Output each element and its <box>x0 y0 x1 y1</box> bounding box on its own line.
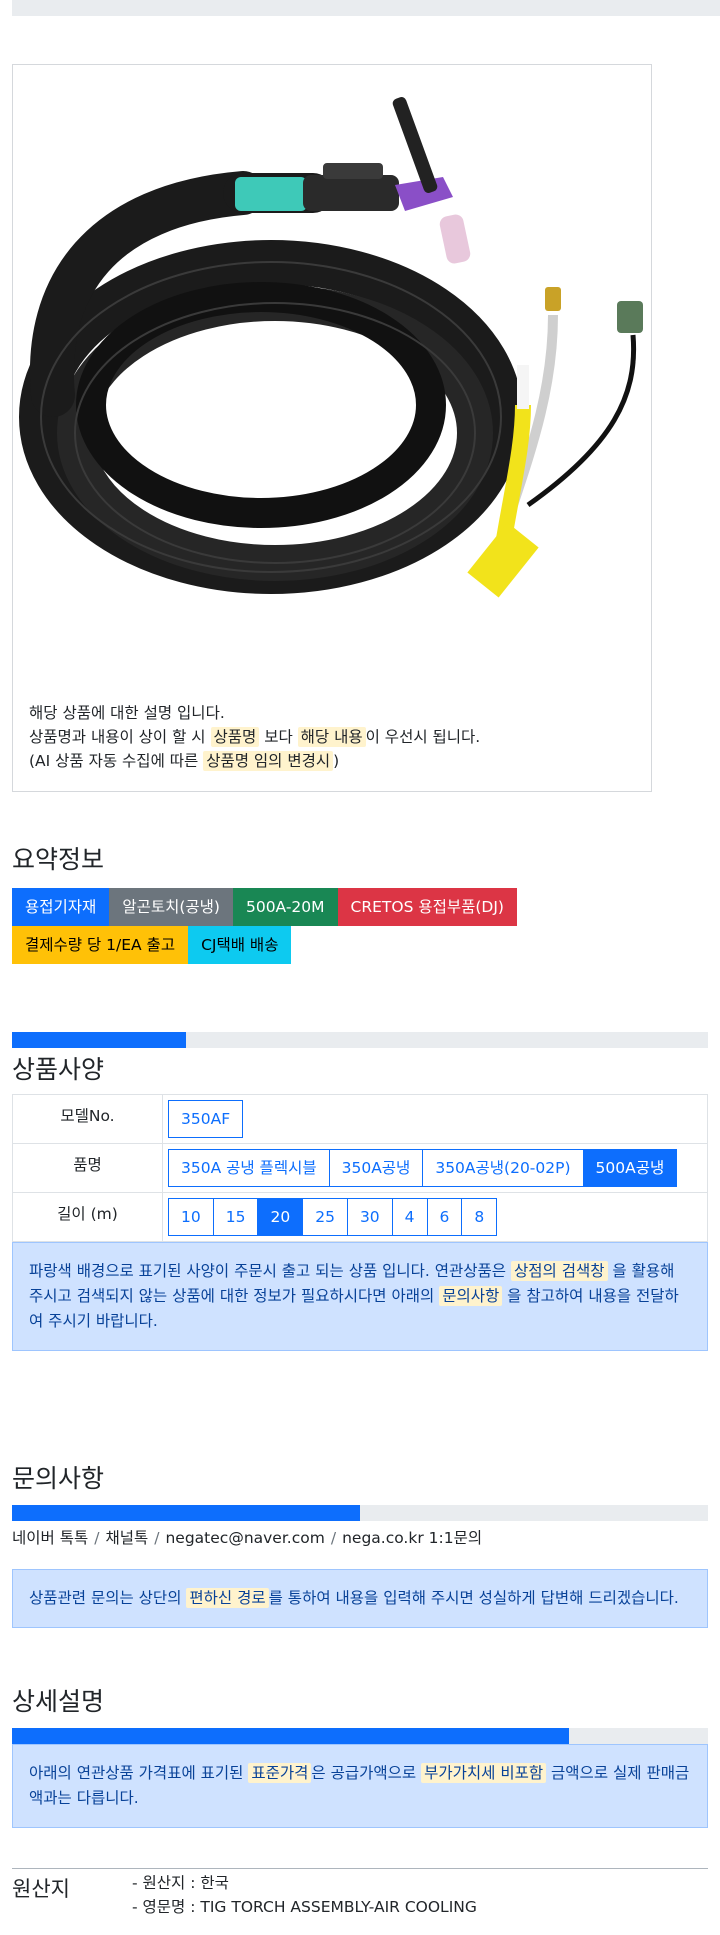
badge-shipping: CJ택배 배송 <box>188 926 292 964</box>
spec-label: 모델No. <box>12 1094 163 1144</box>
inquiry-note: 상품관련 문의는 상단의 편하신 경로 를 통하여 내용을 입력해 주시면 성실하… <box>12 1569 708 1628</box>
note-text: 상품관련 문의는 상단의 <box>29 1589 187 1607</box>
detail-title: 상세설명 <box>12 1687 105 1716</box>
notice-highlight: 상품명 임의 변경시 <box>203 751 334 771</box>
badge-quantity: 결제수량 당 1/EA 출고 <box>12 926 189 964</box>
note-text: 아래의 연관상품 가격표에 표기된 <box>29 1764 249 1782</box>
spec-label: 품명 <box>12 1143 163 1193</box>
origin-list: - 원산지 : 한국 - 영문명 : TIG TORCH ASSEMBLY-AI… <box>132 1869 477 1919</box>
length-option-button[interactable]: 4 <box>391 1198 428 1236</box>
note-highlight: 상점의 검색창 <box>511 1261 608 1281</box>
length-options: 10 15 20 25 30 4 6 8 <box>168 1198 702 1236</box>
spec-row-name: 품명 350A 공냉 플렉시블 350A공냉 350A공냉(20-02P) 500A공… <box>12 1143 708 1193</box>
detail-progress-fill <box>12 1728 569 1744</box>
page: 해당 상품에 대한 설명 입니다. 상품명과 내용이 상이 할 시 상품명 보다… <box>0 0 720 1935</box>
badge-category: 용접기자재 <box>12 888 110 926</box>
note-text: 를 통하여 내용을 입력해 주시면 성실하게 답변해 드리겠습니다. <box>268 1589 679 1607</box>
name-option-button[interactable]: 350A공냉 <box>328 1149 424 1187</box>
notice-highlight: 해당 내용 <box>297 727 366 747</box>
top-bar <box>12 0 720 16</box>
badge-brand: CRETOS 용접부품(DJ) <box>337 888 517 926</box>
separator: / <box>330 1529 337 1547</box>
note-highlight: 편하신 경로 <box>186 1588 269 1608</box>
product-image <box>13 65 651 685</box>
origin-title: 원산지 <box>12 1877 70 1901</box>
origin-item: - 영문명 : TIG TORCH ASSEMBLY-AIR COOLING <box>132 1898 477 1916</box>
notice-text: ) <box>333 752 340 770</box>
specs-note: 파랑색 배경으로 표기된 사양이 주문시 출고 되는 상품 입니다. 연관상품은… <box>12 1242 708 1351</box>
product-card: 해당 상품에 대한 설명 입니다. 상품명과 내용이 상이 할 시 상품명 보다… <box>12 64 652 792</box>
contact-email[interactable]: negatec@naver.com <box>165 1529 324 1547</box>
model-options: 350AF <box>168 1100 702 1138</box>
notice-highlight: 상품명 <box>210 727 260 747</box>
length-option-button[interactable]: 6 <box>426 1198 463 1236</box>
contact-links: 네이버 톡톡 / 채널톡 / negatec@naver.com / nega.co.kr … <box>12 1527 708 1549</box>
inquiry-progress-fill <box>12 1505 360 1521</box>
detail-progress <box>12 1728 708 1744</box>
detail-section: 상세설명 아래의 연관상품 가격표에 표기된 표준가격 은 공급가액으로 부가가치… <box>12 1682 708 1828</box>
name-options: 350A 공냉 플렉시블 350A공냉 350A공냉(20-02P) 500A공냉 <box>168 1149 702 1187</box>
origin-item: - 원산지 : 한국 <box>132 1874 229 1892</box>
name-option-button[interactable]: 500A공냉 <box>582 1149 678 1187</box>
inquiry-progress <box>12 1505 708 1521</box>
summary-section: 요약정보 용접기자재 알곤토치(공냉) 500A-20M CRETOS 용접부품… <box>12 840 708 964</box>
note-text: 파랑색 배경으로 표기된 사양이 주문시 출고 되는 상품 입니다. 연관상품은 <box>29 1262 511 1280</box>
note-highlight: 부가가치세 비포함 <box>421 1763 547 1783</box>
product-notice: 해당 상품에 대한 설명 입니다. 상품명과 내용이 상이 할 시 상품명 보다… <box>13 685 651 791</box>
spec-row-length: 길이 (m) 10 15 20 25 30 4 6 8 <box>12 1192 708 1242</box>
detail-note: 아래의 연관상품 가격표에 표기된 표준가격 은 공급가액으로 부가가치세 비포함… <box>12 1744 708 1828</box>
notice-line-3: (AI 상품 자동 수집에 따른 상품명 임의 변경시) <box>29 749 635 773</box>
spec-table: 모델No. 350AF 품명 350A 공냉 플렉시블 350A공냉 350A공냉(… <box>12 1094 708 1242</box>
inquiry-section: 문의사항 네이버 톡톡 / 채널톡 / negatec@naver.com / nega.c… <box>12 1459 708 1628</box>
contact-channel-talk[interactable]: 채널톡 <box>105 1529 148 1547</box>
notice-text: 상품명과 내용이 상이 할 시 <box>29 728 211 746</box>
length-option-button[interactable]: 25 <box>302 1198 348 1236</box>
note-text: 은 공급가액으로 <box>311 1764 422 1782</box>
notice-line-2: 상품명과 내용이 상이 할 시 상품명 보다 해당 내용 이 우선시 됩니다. <box>29 725 635 749</box>
note-highlight: 문의사항 <box>439 1286 503 1306</box>
notice-text: (AI 상품 자동 수집에 따른 <box>29 752 204 770</box>
notice-line-1: 해당 상품에 대한 설명 입니다. <box>29 704 225 722</box>
length-option-button[interactable]: 20 <box>257 1198 304 1236</box>
origin-section: 원산지 - 원산지 : 한국 - 영문명 : TIG TORCH ASSEMBL… <box>12 1868 708 1919</box>
notice-text: 이 우선시 됩니다. <box>365 728 481 746</box>
model-option-button[interactable]: 350AF <box>168 1100 244 1138</box>
tig-torch-image <box>19 97 643 598</box>
specs-section: 상품사양 모델No. 350AF 품명 350A 공냉 플렉시블 350A공냉 35… <box>12 1032 708 1351</box>
spec-label: 길이 (m) <box>12 1192 163 1242</box>
length-option-button[interactable]: 30 <box>346 1198 393 1236</box>
separator: / <box>94 1529 100 1547</box>
note-highlight: 표준가격 <box>248 1763 312 1783</box>
name-option-button[interactable]: 350A 공냉 플렉시블 <box>168 1149 330 1187</box>
contact-site-inquiry[interactable]: nega.co.kr 1:1문의 <box>342 1529 482 1547</box>
separator: / <box>154 1529 160 1547</box>
spec-row-model: 모델No. 350AF <box>12 1094 708 1144</box>
spec-options-cell: 350AF <box>162 1094 708 1144</box>
notice-text: 보다 <box>259 728 298 746</box>
summary-badges: 용접기자재 알곤토치(공냉) 500A-20M CRETOS 용접부품(DJ) … <box>12 888 572 964</box>
specs-progress-fill <box>12 1032 186 1048</box>
badge-spec: 500A-20M <box>232 888 338 926</box>
length-option-button[interactable]: 8 <box>461 1198 498 1236</box>
spec-options-cell: 350A 공냉 플렉시블 350A공냉 350A공냉(20-02P) 500A공냉 <box>162 1143 708 1193</box>
inquiry-title: 문의사항 <box>12 1464 105 1493</box>
badge-type: 알곤토치(공냉) <box>109 888 233 926</box>
length-option-button[interactable]: 15 <box>212 1198 259 1236</box>
length-option-button[interactable]: 10 <box>168 1198 214 1236</box>
name-option-button[interactable]: 350A공냉(20-02P) <box>422 1149 584 1187</box>
contact-naver-talk[interactable]: 네이버 톡톡 <box>12 1529 88 1547</box>
specs-title: 상품사양 <box>12 1055 105 1084</box>
spec-options-cell: 10 15 20 25 30 4 6 8 <box>162 1192 708 1242</box>
summary-title: 요약정보 <box>12 845 105 874</box>
specs-progress <box>12 1032 708 1048</box>
